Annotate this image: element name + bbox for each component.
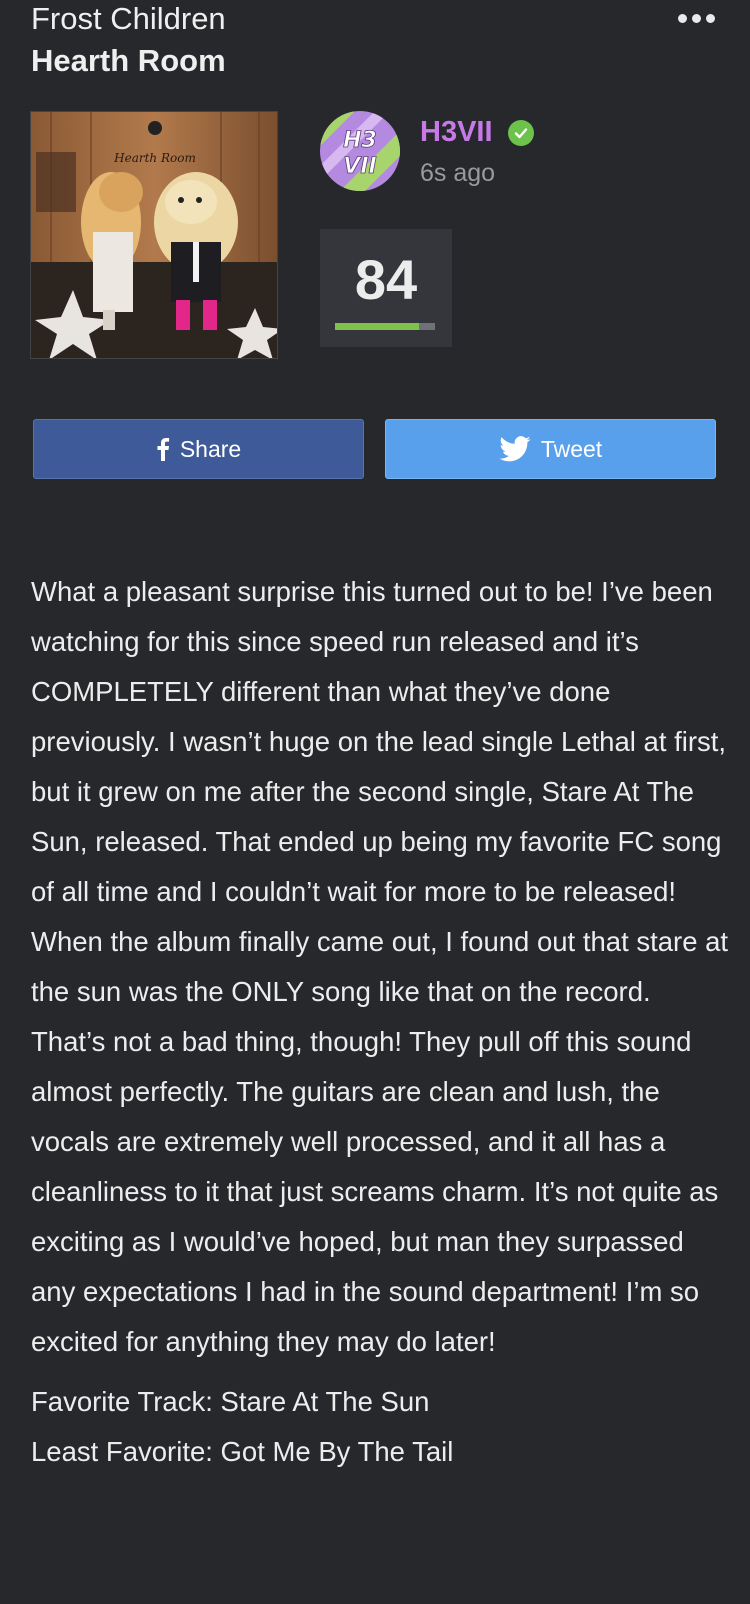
rating-score: 84 (354, 248, 418, 311)
review-text-block: What a pleasant surprise this turned out… (31, 567, 731, 1477)
review-timestamp: 6s ago (420, 159, 496, 187)
username-link[interactable]: H3VII (420, 114, 493, 150)
svg-text:VII: VII (343, 154, 376, 179)
album-cover-image[interactable]: Hearth Room (30, 111, 278, 359)
svg-text:H3: H3 (343, 128, 377, 153)
user-avatar[interactable]: H3 VII (320, 111, 400, 191)
favorite-track: Favorite Track: Stare At The Sun (31, 1386, 430, 1417)
rating-score-box: 84 (320, 229, 452, 347)
twitter-bird-icon (499, 436, 531, 462)
share-label: Share (179, 435, 242, 462)
tweet-button[interactable]: Tweet (385, 419, 716, 479)
check-badge-icon (508, 120, 534, 146)
album-title[interactable]: Hearth Room (31, 42, 226, 80)
more-options-icon[interactable] (678, 6, 722, 30)
rating-bar-fill (335, 323, 419, 330)
artist-name[interactable]: Frost Children (31, 0, 226, 38)
rating-bar-track (335, 323, 435, 330)
review-body: What a pleasant surprise this turned out… (31, 576, 729, 1357)
tweet-label: Tweet (540, 435, 603, 462)
least-favorite-track: Least Favorite: Got Me By The Tail (31, 1436, 454, 1467)
facebook-icon (156, 437, 170, 461)
cover-sign-text: Hearth Room (113, 151, 196, 165)
facebook-share-button[interactable]: Share (33, 419, 364, 479)
